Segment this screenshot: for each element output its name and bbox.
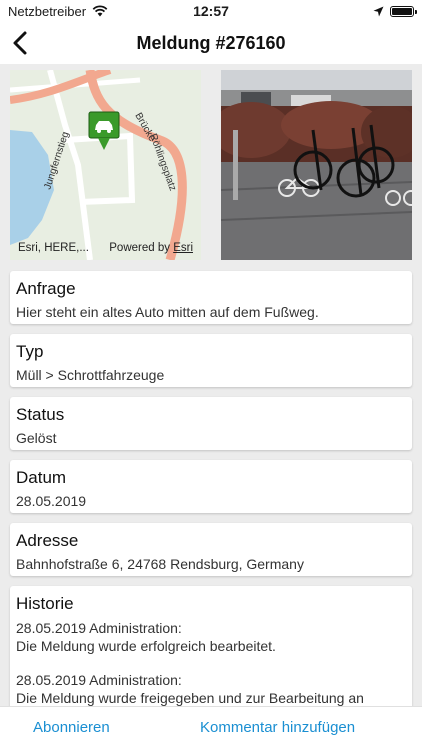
history-entry-text: Die Meldung wurde erfolgreich bearbeitet… bbox=[16, 638, 276, 654]
card-anfrage-value: Hier steht ein altes Auto mitten auf dem… bbox=[16, 304, 319, 320]
map-canvas: Jungfernstieg Brücke Röhlingsplatz bbox=[10, 70, 201, 260]
map-attribution: Esri, HERE,... Powered by Esri bbox=[18, 242, 193, 254]
chevron-left-icon bbox=[13, 31, 27, 55]
history-entry: 28.05.2019 Administration: Die Meldung w… bbox=[16, 671, 406, 706]
report-detail-content[interactable]: Jungfernstieg Brücke Röhlingsplatz Esri,… bbox=[0, 64, 422, 706]
esri-link[interactable]: Esri bbox=[173, 242, 193, 254]
battery-icon bbox=[390, 5, 417, 17]
card-adresse-value: Bahnhofstraße 6, 24768 Rendsburg, German… bbox=[16, 556, 304, 572]
page-title: Meldung #276160 bbox=[136, 32, 286, 53]
card-anfrage-title: Anfrage bbox=[16, 279, 76, 298]
location-map[interactable]: Jungfernstieg Brücke Röhlingsplatz Esri,… bbox=[10, 70, 201, 260]
back-button[interactable] bbox=[10, 30, 32, 56]
status-left: Netzbetreiber bbox=[8, 4, 108, 19]
card-typ-title: Typ bbox=[16, 342, 44, 361]
history-entry-header: 28.05.2019 Administration: bbox=[16, 620, 182, 636]
card-anfrage: Anfrage Hier steht ein altes Auto mitten… bbox=[10, 271, 412, 324]
wifi-icon bbox=[92, 5, 108, 17]
map-attribution-right: Powered by Esri bbox=[109, 242, 193, 254]
card-historie: Historie 28.05.2019 Administration: Die … bbox=[10, 586, 412, 706]
location-arrow-icon bbox=[373, 6, 384, 16]
card-datum-value: 28.05.2019 bbox=[16, 493, 87, 509]
status-bar: Netzbetreiber 12:57 bbox=[0, 0, 422, 22]
card-adresse: Adresse Bahnhofstraße 6, 24768 Rendsburg… bbox=[10, 523, 412, 576]
carrier-label: Netzbetreiber bbox=[8, 3, 87, 19]
history-entry-text: Die Meldung wurde freigegeben und zur Be… bbox=[16, 690, 364, 706]
card-status-value: Gelöst bbox=[16, 430, 57, 446]
card-typ: Typ Müll > Schrottfahrzeuge bbox=[10, 334, 412, 387]
subscribe-button[interactable]: Abonnieren bbox=[33, 719, 110, 736]
card-datum: Datum 28.05.2019 bbox=[10, 460, 412, 513]
photo-canvas bbox=[221, 70, 412, 260]
bicycles-photo[interactable] bbox=[221, 70, 412, 260]
history-list: 28.05.2019 Administration: Die Meldung w… bbox=[16, 619, 406, 706]
card-adresse-title: Adresse bbox=[16, 531, 79, 550]
card-typ-value: Müll > Schrottfahrzeuge bbox=[16, 367, 165, 383]
add-comment-button[interactable]: Kommentar hinzufügen bbox=[200, 719, 355, 736]
nav-bar: Meldung #276160 bbox=[0, 22, 422, 64]
map-attribution-left: Esri, HERE,... bbox=[18, 242, 89, 254]
media-row: Jungfernstieg Brücke Röhlingsplatz Esri,… bbox=[10, 70, 412, 260]
card-status: Status Gelöst bbox=[10, 397, 412, 450]
history-entry-header: 28.05.2019 Administration: bbox=[16, 672, 182, 688]
card-datum-title: Datum bbox=[16, 468, 67, 487]
card-status-title: Status bbox=[16, 405, 65, 424]
bottom-action-bar: Abonnieren Kommentar hinzufügen bbox=[0, 706, 422, 750]
history-entry: 28.05.2019 Administration: Die Meldung w… bbox=[16, 619, 406, 655]
card-historie-title: Historie bbox=[16, 594, 74, 613]
status-right bbox=[373, 5, 417, 17]
